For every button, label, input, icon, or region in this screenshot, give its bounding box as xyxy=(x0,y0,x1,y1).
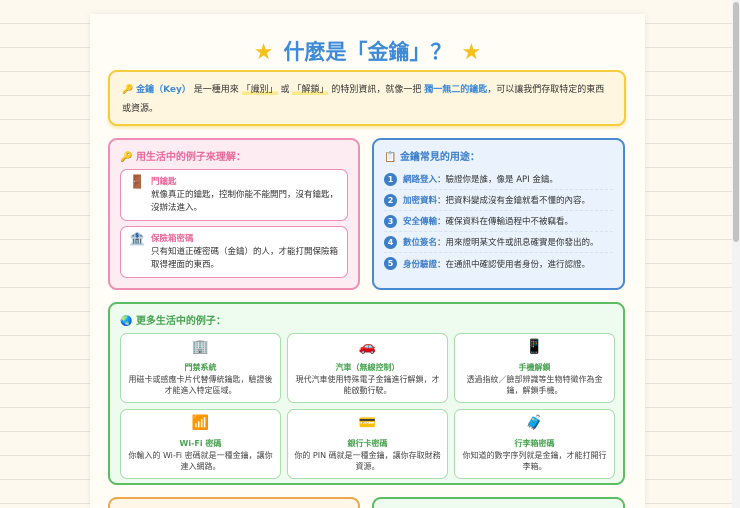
page-title: ★ 什麼是「金鑰」？ ★ xyxy=(90,36,645,66)
scrollbar[interactable] xyxy=(732,0,740,508)
next-section-green xyxy=(372,497,625,508)
def-text: 的特別資訊，就像一把 xyxy=(331,85,422,95)
number-badge: 1 xyxy=(384,172,397,186)
scrollbar-thumb[interactable] xyxy=(733,2,739,242)
phone-icon: 📱 xyxy=(525,339,544,355)
wifi-signal-icon: 📶 xyxy=(191,415,210,431)
use-key: 數位簽名 xyxy=(403,238,438,248)
use-key: 身份驗證 xyxy=(403,259,438,270)
card-text: 你的 PIN 碼就是一種金鑰，讓你存取財務資源。 xyxy=(294,451,441,471)
example-card: 🚗 汽車（無線控制） 現代汽車使用特殊電子金鑰進行解鎖，才能啟動行駛。 xyxy=(287,333,448,403)
example-card: 📶 Wi-Fi 密碼你輸入的 Wi-Fi 密碼就是一種金鑰，讓你連入網路。 xyxy=(120,409,281,479)
use-desc: ：驗證你是誰，像是 API 金鑰。 xyxy=(437,175,558,185)
highlight: 「識別」 xyxy=(241,85,278,95)
bank-icon: 🏦 xyxy=(129,232,146,247)
section-heading: 🔑 用生活中的例子來理解： xyxy=(120,148,348,163)
card-text: 就像真正的鑰匙，控制你能不能開門，沒有鑰匙，沒辦法進入。 xyxy=(151,190,339,213)
section-heading: 📋 金鑰常見的用途： xyxy=(384,148,613,163)
card-text: 現代汽車使用特殊電子金鑰進行解鎖，才能啟動行駛。 xyxy=(295,375,440,395)
number-badge: 2 xyxy=(384,193,397,207)
highlight: 「解鎖」 xyxy=(292,85,329,95)
use-item: 3 安全傳輸 ：確保資料在傳輸過程中不被竊看。 xyxy=(384,211,613,232)
clipboard-icon: 📋 xyxy=(384,152,397,163)
uses-section: 📋 金鑰常見的用途： 1 網路登入 ：驗證你是誰，像是 API 金鑰。 2 加密資料 ：把… xyxy=(372,138,625,290)
card-title: 汽車（無線控制） xyxy=(335,363,400,372)
door-icon: 🚪 xyxy=(129,175,146,190)
card-title: 門鑰匙 xyxy=(151,177,177,187)
card-title: Wi-Fi 密碼 xyxy=(179,439,222,448)
page: ★ 什麼是「金鑰」？ ★ 🔑 金鑰（Key） 是一種用來 「識別」 或 「解鎖」 的… xyxy=(90,14,645,508)
use-item: 5 身份驗證 ：在通訊中確認使用者身份，進行認證。 xyxy=(384,253,613,274)
examples-section: 🔑 用生活中的例子來理解： 🚪 門鑰匙就像真正的鑰匙，控制你能不能開門，沒有鑰匙，… xyxy=(108,138,360,290)
section-heading: 🌏 更多生活中的例子： xyxy=(120,312,613,327)
star-icon: ★ xyxy=(253,40,274,65)
emphasis: 獨一無二的鑰匙 xyxy=(424,85,488,95)
next-section-orange xyxy=(108,497,360,508)
use-item: 4 數位簽名 ：用來證明某文件或訊息確實是你發出的。 xyxy=(384,232,613,253)
example-card: 📱 手機解鎖透過指紋／臉部辨識等生物特徵作為金鑰，解鎖手機。 xyxy=(454,333,615,403)
car-icon: 🚗 xyxy=(358,339,377,355)
heading-text: 更多生活中的例子： xyxy=(135,316,226,327)
number-badge: 4 xyxy=(384,235,397,249)
use-key: 安全傳輸 xyxy=(403,217,438,227)
example-card: 🧳 行李箱密碼你知道的數字序列就是金鑰，才能打開行李箱。 xyxy=(454,409,615,479)
number-badge: 5 xyxy=(384,257,397,270)
use-item: 2 加密資料 ：把資料變成沒有金鑰就看不懂的內容。 xyxy=(384,190,613,211)
card-title: 保險箱密碼 xyxy=(151,234,194,244)
use-desc: ：確保資料在傳輸過程中不被竊看。 xyxy=(437,217,574,227)
card-text: 你輸入的 Wi-Fi 密碼就是一種金鑰，讓你連入網路。 xyxy=(128,451,273,471)
def-text: 是一種用來 xyxy=(193,85,239,95)
definition-box: 🔑 金鑰（Key） 是一種用來 「識別」 或 「解鎖」 的特別資訊，就像一把 獨… xyxy=(108,70,626,126)
use-desc: ：用來證明某文件或訊息確實是你發出的。 xyxy=(437,238,599,248)
use-key: 加密資料 xyxy=(403,196,438,206)
card-text: 你知道的數字序列就是金鑰，才能打開行李箱。 xyxy=(462,451,607,471)
key-icon: 🔑 xyxy=(120,152,133,163)
globe-icon: 🌏 xyxy=(120,316,133,327)
credit-card-icon: 💳 xyxy=(358,415,377,431)
more-examples-section: 🌏 更多生活中的例子： 🏢 門禁系統用磁卡或感應卡片代替傳統鑰匙，驗證後才能進入特… xyxy=(108,302,625,485)
heading-text: 金鑰常見的用途： xyxy=(399,152,480,163)
use-key: 網路登入 xyxy=(403,175,438,185)
heading-text: 用生活中的例子來理解： xyxy=(135,152,246,163)
title-text: 什麼是「金鑰」？ xyxy=(283,40,452,64)
card-text: 只有知道正確密碼（金鑰）的人，才能打開保險箱取得裡面的東西。 xyxy=(151,247,339,270)
example-card: 🚪 門鑰匙就像真正的鑰匙，控制你能不能開門，沒有鑰匙，沒辦法進入。 xyxy=(120,169,348,221)
card-text: 用磁卡或感應卡片代替傳統鑰匙，驗證後才能進入特定區域。 xyxy=(128,375,273,395)
term: 金鑰（Key） xyxy=(136,85,191,95)
luggage-icon: 🧳 xyxy=(525,415,544,431)
card-title: 行李箱密碼 xyxy=(514,439,555,448)
example-card: 💳 銀行卡密碼你的 PIN 碼就是一種金鑰，讓你存取財務資源。 xyxy=(287,409,448,479)
card-title: 手機解鎖 xyxy=(518,363,551,372)
example-card: 🏢 門禁系統用磁卡或感應卡片代替傳統鑰匙，驗證後才能進入特定區域。 xyxy=(120,333,281,403)
building-icon: 🏢 xyxy=(191,339,210,355)
def-text: 或 xyxy=(280,85,290,95)
use-desc: ：在通訊中確認使用者身份，進行認證。 xyxy=(437,259,591,270)
use-item: 1 網路登入 ：驗證你是誰，像是 API 金鑰。 xyxy=(384,169,613,190)
star-icon: ★ xyxy=(461,40,482,65)
card-title: 門禁系統 xyxy=(184,363,217,372)
example-card: 🏦 保險箱密碼只有知道正確密碼（金鑰）的人，才能打開保險箱取得裡面的東西。 xyxy=(120,226,348,278)
use-desc: ：把資料變成沒有金鑰就看不懂的內容。 xyxy=(437,196,591,206)
key-icon: 🔑 xyxy=(122,85,134,95)
card-title: 銀行卡密碼 xyxy=(347,439,388,448)
number-badge: 3 xyxy=(384,214,397,228)
card-text: 透過指紋／臉部辨識等生物特徵作為金鑰，解鎖手機。 xyxy=(466,375,603,395)
